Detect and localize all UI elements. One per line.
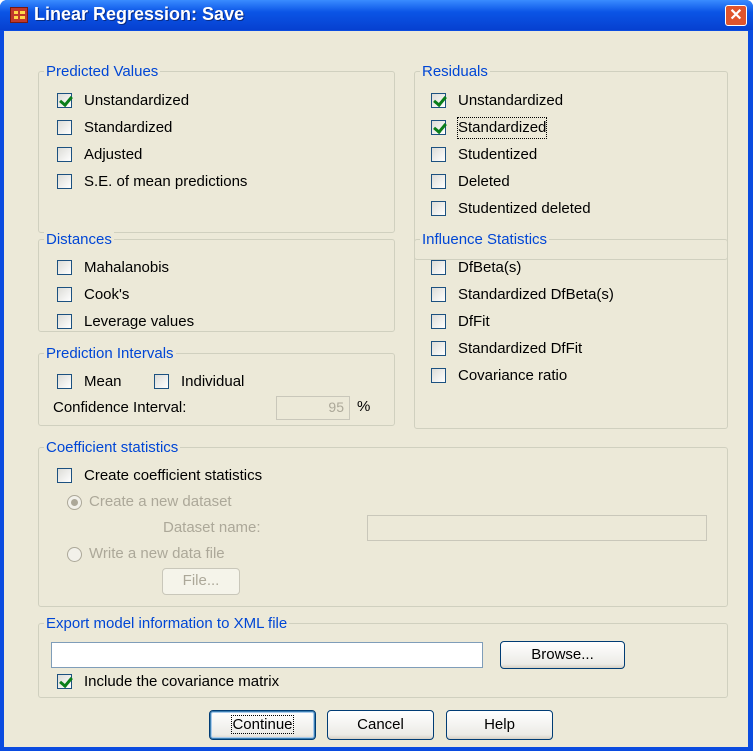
distances-group: Distances Mahalanobis Cook's Leverage va… xyxy=(38,231,395,332)
continue-button[interactable]: Continue xyxy=(209,710,316,740)
dataset-name-label: Dataset name: xyxy=(163,519,261,536)
checkbox-box[interactable] xyxy=(57,374,72,389)
export-xml-group: Export model information to XML file Bro… xyxy=(38,615,728,698)
dialog-window: Linear Regression: Save ✕ Predicted Valu… xyxy=(0,0,753,751)
spss-grid-icon xyxy=(10,7,28,23)
checkbox-box[interactable] xyxy=(57,120,72,135)
checkbox-box[interactable] xyxy=(431,201,446,216)
prediction-intervals-group: Prediction Intervals Mean Individual Con… xyxy=(38,345,395,426)
checkbox-box[interactable] xyxy=(431,147,446,162)
checkbox-box[interactable] xyxy=(154,374,169,389)
dataset-name-input[interactable] xyxy=(367,515,707,541)
help-button[interactable]: Help xyxy=(446,710,553,740)
distances-legend: Distances xyxy=(44,231,114,248)
ci-input[interactable]: 95 xyxy=(276,396,350,420)
coefficient-statistics-group: Coefficient statistics Create coefficien… xyxy=(38,439,728,607)
browse-button[interactable]: Browse... xyxy=(500,641,625,669)
checkbox-box[interactable] xyxy=(57,674,72,689)
influence-statistics-group: Influence Statistics DfBeta(s) Standardi… xyxy=(414,231,728,429)
radio-button[interactable] xyxy=(67,547,82,562)
coefficient-statistics-legend: Coefficient statistics xyxy=(44,439,181,456)
checkbox-box[interactable] xyxy=(431,260,446,275)
checkbox-box[interactable] xyxy=(431,341,446,356)
checkbox-box[interactable] xyxy=(431,287,446,302)
checkbox-box[interactable] xyxy=(57,174,72,189)
checkbox-box[interactable] xyxy=(57,260,72,275)
dialog-body: Predicted Values Unstandardized Standard… xyxy=(4,31,748,747)
checkbox-box[interactable] xyxy=(431,314,446,329)
checkbox-box[interactable] xyxy=(57,287,72,302)
cancel-button[interactable]: Cancel xyxy=(327,710,434,740)
title-bar[interactable]: Linear Regression: Save ✕ xyxy=(0,0,753,30)
export-xml-legend: Export model information to XML file xyxy=(44,615,290,632)
checkbox-box[interactable] xyxy=(431,120,446,135)
predicted-values-group: Predicted Values Unstandardized Standard… xyxy=(38,63,395,233)
radio-button[interactable] xyxy=(67,495,82,510)
close-icon[interactable]: ✕ xyxy=(725,5,747,26)
dialog-title: Linear Regression: Save xyxy=(34,4,245,24)
predicted-values-legend: Predicted Values xyxy=(44,63,161,80)
checkbox-box[interactable] xyxy=(57,314,72,329)
prediction-intervals-legend: Prediction Intervals xyxy=(44,345,176,362)
checkbox-box[interactable] xyxy=(431,368,446,383)
percent-label: % xyxy=(357,398,371,415)
influence-statistics-legend: Influence Statistics xyxy=(420,231,550,248)
checkbox-box[interactable] xyxy=(431,174,446,189)
checkbox-box[interactable] xyxy=(57,468,72,483)
checkbox-box[interactable] xyxy=(57,93,72,108)
residuals-legend: Residuals xyxy=(420,63,490,80)
checkbox-box[interactable] xyxy=(57,147,72,162)
xml-path-input[interactable] xyxy=(51,642,483,668)
checkbox-box[interactable] xyxy=(431,93,446,108)
ci-label: Confidence Interval: xyxy=(53,399,187,416)
file-button[interactable]: File... xyxy=(162,568,240,595)
